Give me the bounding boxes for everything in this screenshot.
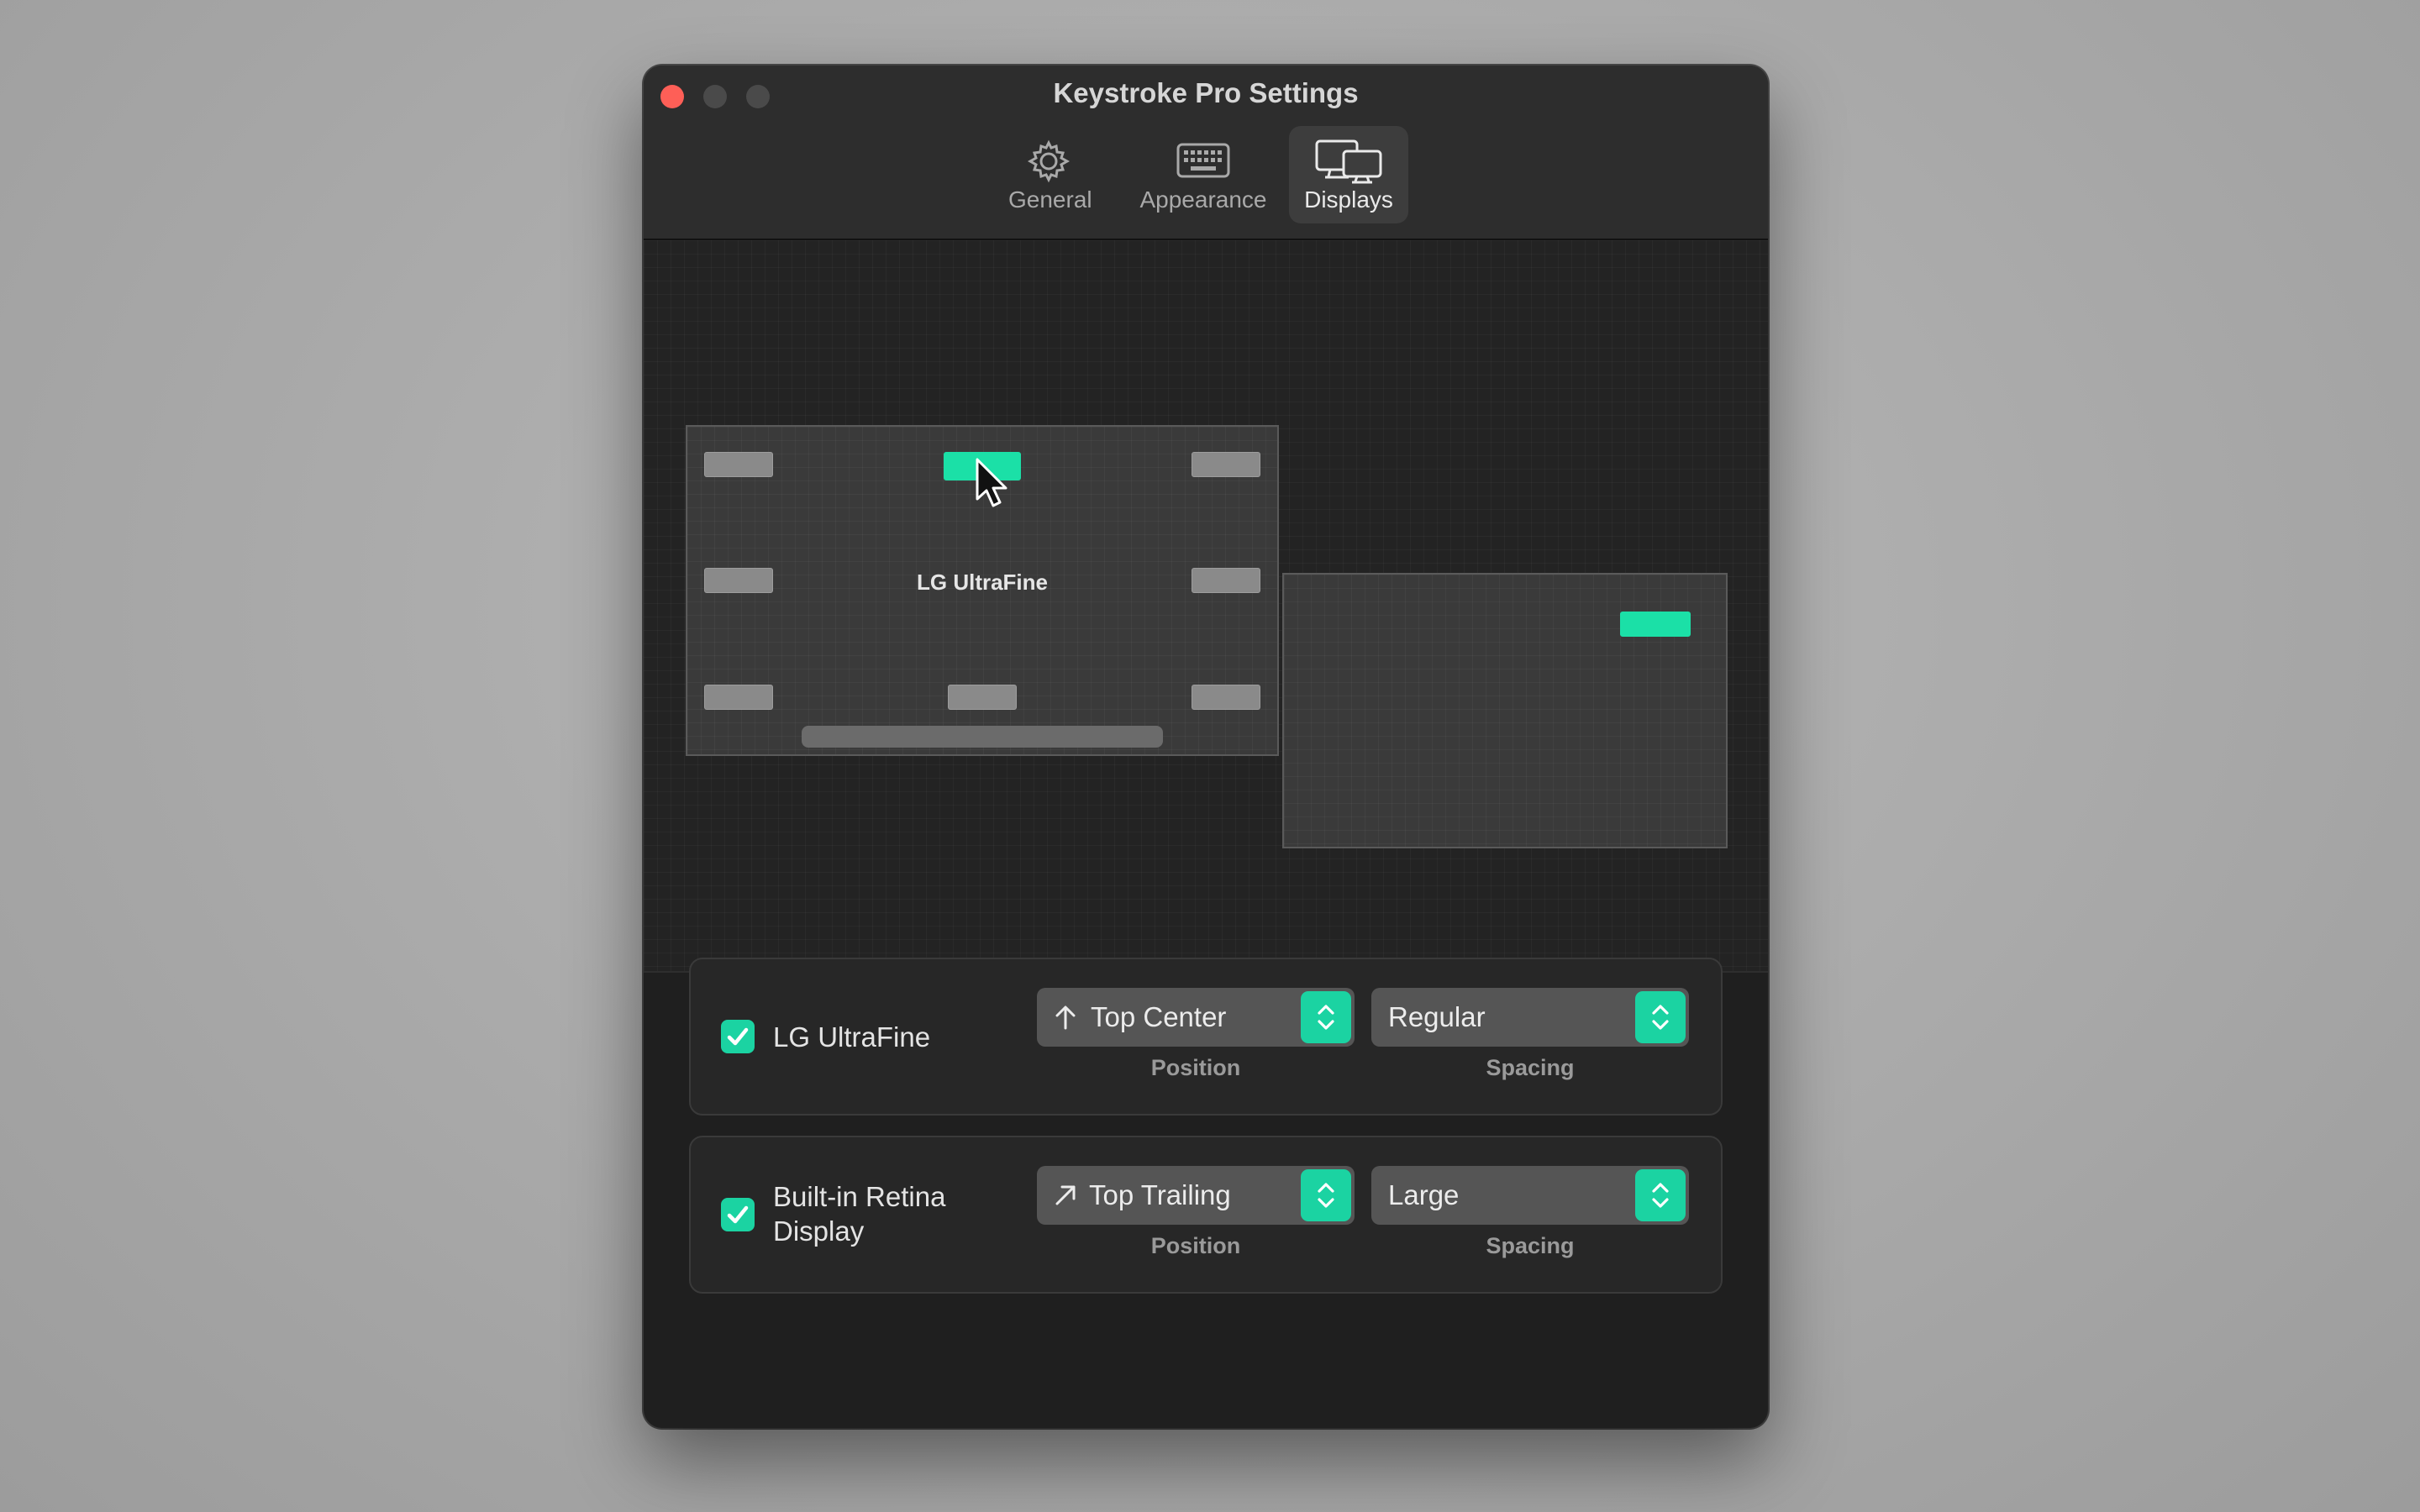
slot-bottom-center[interactable] bbox=[948, 685, 1017, 710]
spacing-caption: Spacing bbox=[1486, 1055, 1575, 1080]
slot-top-leading[interactable] bbox=[704, 452, 773, 477]
tab-general[interactable]: General bbox=[1008, 126, 1092, 223]
spacing-stepper[interactable] bbox=[1635, 991, 1686, 1043]
spacing-popup[interactable]: Large bbox=[1371, 1166, 1689, 1225]
tab-displays[interactable]: Displays bbox=[1289, 126, 1408, 223]
spacing-caption: Spacing bbox=[1486, 1233, 1575, 1258]
display-row-built-in-retina: Built-in Retina Display Top Trailing Pos… bbox=[689, 1136, 1723, 1294]
display-name: LG UltraFine bbox=[773, 1021, 931, 1053]
position-caption: Position bbox=[1150, 1055, 1241, 1080]
position-popup[interactable]: Top Center bbox=[1037, 988, 1355, 1047]
position-value: Top Center bbox=[1091, 1001, 1227, 1032]
tab-displays-label: Displays bbox=[1304, 186, 1393, 213]
slot-bottom-trailing[interactable] bbox=[1192, 685, 1260, 710]
arrow-up-icon bbox=[1055, 1005, 1076, 1030]
slot-top-trailing-secondary[interactable] bbox=[1620, 612, 1691, 637]
titlebar: Keystroke Pro Settings General Appearanc… bbox=[644, 66, 1768, 240]
tab-appearance-label: Appearance bbox=[1139, 186, 1267, 213]
position-value: Top Trailing bbox=[1089, 1179, 1231, 1210]
display-arrangement-preview: LG UltraFine bbox=[644, 240, 1768, 973]
position-stepper[interactable] bbox=[1301, 1169, 1351, 1221]
chevron-up-down-icon bbox=[1318, 1183, 1334, 1208]
dock-preview bbox=[802, 726, 1163, 748]
chevron-up-down-icon bbox=[1318, 1005, 1334, 1030]
displays-icon bbox=[1315, 139, 1382, 184]
arrow-up-right-icon bbox=[1055, 1185, 1076, 1205]
main-display-label: LG UltraFine bbox=[916, 570, 1048, 595]
spacing-value: Large bbox=[1388, 1179, 1460, 1210]
gear-icon bbox=[1027, 139, 1071, 183]
secondary-display-preview bbox=[1282, 573, 1728, 848]
window-title: Keystroke Pro Settings bbox=[1053, 77, 1359, 108]
keyboard-icon bbox=[1176, 143, 1230, 178]
checkmark-icon bbox=[727, 1027, 749, 1046]
position-stepper[interactable] bbox=[1301, 991, 1351, 1043]
display-name: Built-in Retina Display bbox=[773, 1181, 946, 1247]
position-popup[interactable]: Top Trailing bbox=[1037, 1166, 1355, 1225]
tab-appearance[interactable]: Appearance bbox=[1131, 126, 1276, 223]
position-caption: Position bbox=[1150, 1233, 1241, 1258]
slot-bottom-leading[interactable] bbox=[704, 685, 773, 710]
slot-center-trailing[interactable] bbox=[1192, 568, 1260, 593]
slot-top-trailing[interactable] bbox=[1192, 452, 1260, 477]
spacing-stepper[interactable] bbox=[1635, 1169, 1686, 1221]
enable-checkbox[interactable] bbox=[721, 1198, 755, 1231]
spacing-value: Regular bbox=[1388, 1001, 1486, 1032]
enable-checkbox[interactable] bbox=[721, 1020, 755, 1053]
chevron-up-down-icon bbox=[1652, 1183, 1669, 1208]
settings-window: Keystroke Pro Settings General Appearanc… bbox=[644, 66, 1768, 1428]
tab-general-label: General bbox=[1008, 186, 1092, 213]
chevron-up-down-icon bbox=[1652, 1005, 1669, 1030]
spacing-popup[interactable]: Regular bbox=[1371, 988, 1689, 1047]
checkmark-icon bbox=[727, 1205, 749, 1224]
cursor-icon bbox=[976, 458, 1007, 507]
display-row-lg-ultrafine: LG UltraFine Top Center Position Regular… bbox=[689, 958, 1723, 1116]
